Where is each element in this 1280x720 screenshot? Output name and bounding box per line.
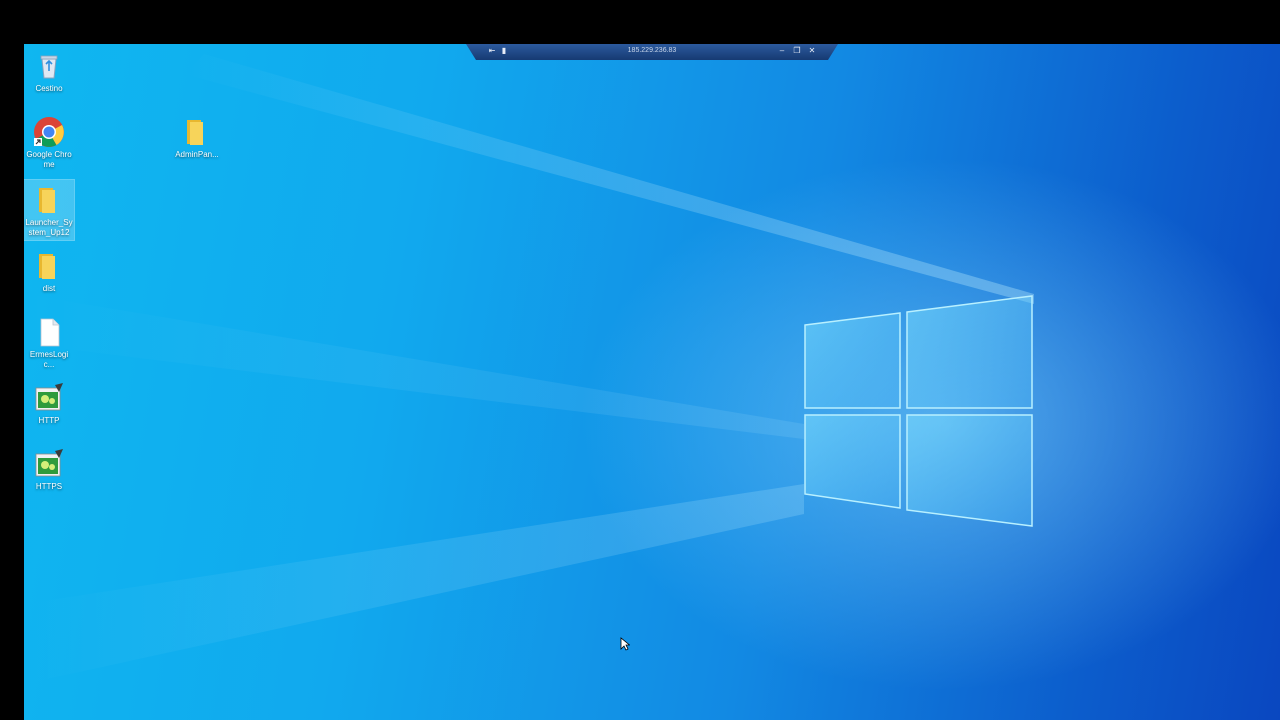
desktop-icon-label: ErmesLogic... xyxy=(29,350,69,369)
close-icon[interactable]: ✕ xyxy=(806,45,818,57)
screen-frame: Cestino Google Chrome Launcher_System_Up… xyxy=(0,0,1280,720)
document-icon xyxy=(33,316,65,348)
desktop-icon-label: AdminPan... xyxy=(175,150,219,159)
desktop-icon-recycle-bin[interactable]: Cestino xyxy=(24,46,74,96)
folder-icon xyxy=(181,116,213,148)
restore-icon[interactable]: ❐ xyxy=(791,45,803,57)
folder-icon xyxy=(33,250,65,282)
desktop-icon-https-script[interactable]: HTTPS xyxy=(24,444,74,494)
desktop-icon-label: Cestino xyxy=(35,84,63,93)
desktop-icon-ermeslogic-file[interactable]: ErmesLogic... xyxy=(24,312,74,372)
desktop-icon-adminpanel-folder[interactable]: AdminPan... xyxy=(172,112,222,162)
folder-icon xyxy=(33,184,65,216)
desktop-icon-chrome[interactable]: Google Chrome xyxy=(24,112,74,172)
desktop-icon-label: Google Chrome xyxy=(26,150,72,169)
desktop[interactable]: Cestino Google Chrome Launcher_System_Up… xyxy=(24,44,1280,720)
desktop-icon-label: dist xyxy=(42,284,56,293)
desktop-icon-http-script[interactable]: HTTP xyxy=(24,378,74,428)
desktop-icon-launcher-folder[interactable]: Launcher_System_Up12 xyxy=(24,179,75,241)
script-icon xyxy=(33,448,65,480)
remote-connection-bar[interactable]: ⇤ ▮ 185.229.236.83 – ❐ ✕ xyxy=(466,44,838,60)
desktop-icon-label: Launcher_System_Up12 xyxy=(25,218,73,237)
mouse-cursor-icon xyxy=(620,637,630,651)
desktop-icon-dist-folder[interactable]: dist xyxy=(24,246,74,296)
desktop-icon-label: HTTPS xyxy=(35,482,63,491)
recycle-bin-icon xyxy=(33,50,65,82)
script-icon xyxy=(33,382,65,414)
chrome-icon xyxy=(33,116,65,148)
desktop-icon-label: HTTP xyxy=(38,416,60,425)
minimize-icon[interactable]: – xyxy=(776,45,788,57)
